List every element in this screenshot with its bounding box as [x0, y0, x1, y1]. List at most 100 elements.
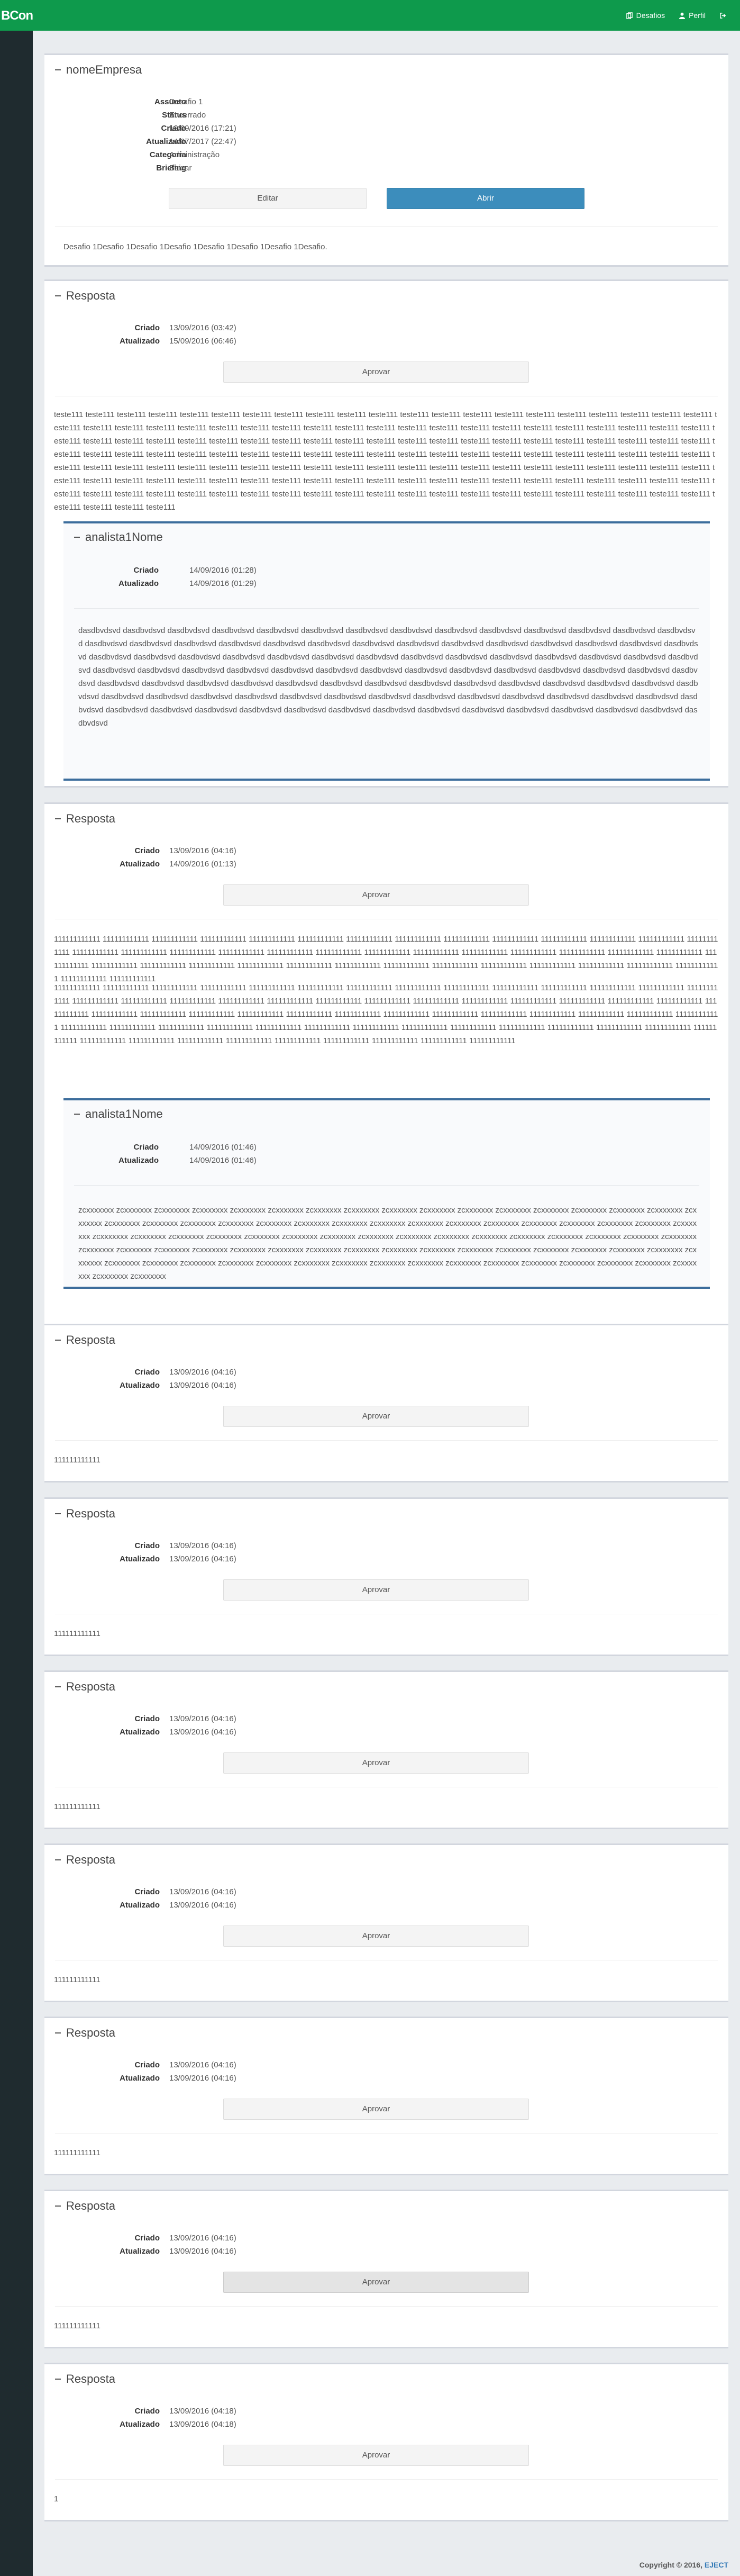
- resposta-card: Resposta Criado Atualizado 13/09/2016 (0…: [44, 1670, 728, 1829]
- resposta-header[interactable]: Resposta: [44, 281, 728, 302]
- resposta-header[interactable]: Resposta: [44, 1325, 728, 1346]
- resposta-text-2: 111111111111 111111111111 111111111111 1…: [54, 983, 718, 1045]
- label-criado: Criado: [134, 1541, 160, 1550]
- resposta-header[interactable]: Resposta: [44, 1845, 728, 1866]
- value-criado: 13/09/2016 (04:16): [169, 846, 236, 855]
- desafio-title: nomeEmpresa: [66, 63, 142, 76]
- minus-icon[interactable]: [74, 1114, 80, 1115]
- label-criado: Criado: [133, 1143, 159, 1152]
- resposta-details: Criado Atualizado: [44, 2060, 160, 2087]
- label-atualizado: Atualizado: [120, 1381, 160, 1390]
- analista-title: analista1Nome: [85, 1107, 163, 1120]
- value-atualizado: 13/09/2016 (04:16): [169, 1901, 236, 1910]
- nav-perfil-label: Perfil: [689, 11, 706, 20]
- divider: [55, 2479, 718, 2480]
- brand-logo[interactable]: BCon: [1, 8, 33, 23]
- resposta-text: teste111 teste111 teste111 teste111 test…: [54, 410, 717, 512]
- minus-icon[interactable]: [55, 69, 61, 70]
- logout-button[interactable]: [719, 12, 726, 19]
- resposta-text: 1: [54, 2494, 59, 2503]
- nav-desafios[interactable]: Desafios: [626, 11, 665, 20]
- resposta-header[interactable]: Resposta: [44, 1672, 728, 1693]
- resposta-title: Resposta: [66, 289, 115, 302]
- minus-icon[interactable]: [55, 2206, 61, 2207]
- resposta-text: 111111111111: [54, 1975, 101, 1984]
- approve-button[interactable]: Aprovar: [223, 884, 529, 906]
- copyright-text: Copyright © 2016,: [639, 2561, 702, 2569]
- approve-button[interactable]: Aprovar: [223, 1926, 529, 1947]
- minus-icon[interactable]: [55, 295, 61, 296]
- resposta-title: Resposta: [66, 2199, 115, 2212]
- resposta-card: Resposta Criado Atualizado 13/09/2016 (0…: [44, 2363, 728, 2521]
- approve-button[interactable]: Aprovar: [223, 1579, 529, 1601]
- value-criado: 13/09/2016 (04:16): [169, 1714, 236, 1723]
- value-criado: 12/09/2016 (17:21): [169, 124, 236, 133]
- resposta-title: Resposta: [66, 2372, 115, 2385]
- analista-title: analista1Nome: [85, 530, 163, 544]
- desafio-header[interactable]: nomeEmpresa: [44, 55, 728, 76]
- label-atualizado: Atualizado: [118, 579, 159, 588]
- minus-icon[interactable]: [74, 537, 80, 538]
- divider: [74, 608, 699, 609]
- approve-button[interactable]: Aprovar: [223, 1406, 529, 1427]
- analista-box: analista1Nome Criado Atualizado 14/09/20…: [63, 1098, 710, 1289]
- sidebar: [0, 31, 33, 2576]
- resposta-card: Resposta Criado Atualizado 13/09/2016 (0…: [44, 2190, 728, 2348]
- approve-button[interactable]: Aprovar: [223, 2272, 529, 2293]
- resposta-header[interactable]: Resposta: [44, 2018, 728, 2039]
- analista-text: dasdbvdsvd dasdbvdsvd dasdbvdsvd dasdbvd…: [78, 626, 698, 728]
- minus-icon[interactable]: [55, 1859, 61, 1860]
- value-atualizado: 14/09/2016 (01:46): [189, 1156, 257, 1165]
- label-criado: Criado: [134, 2234, 160, 2243]
- minus-icon[interactable]: [55, 2379, 61, 2380]
- label-criado: Criado: [134, 1887, 160, 1896]
- minus-icon[interactable]: [55, 818, 61, 819]
- approve-button[interactable]: Aprovar: [223, 1752, 529, 1774]
- analista-details: Criado Atualizado: [63, 566, 159, 592]
- resposta-header[interactable]: Resposta: [44, 1499, 728, 1520]
- nav-perfil[interactable]: Perfil: [679, 11, 706, 20]
- divider: [55, 2306, 718, 2307]
- label-atualizado: Atualizado: [120, 337, 160, 346]
- minus-icon[interactable]: [55, 2032, 61, 2033]
- resposta-card: Resposta Criado Atualizado 13/09/2016 (0…: [44, 802, 728, 1332]
- briefing-download-link[interactable]: Baixar: [169, 164, 192, 173]
- analista-header[interactable]: analista1Nome: [63, 1100, 710, 1122]
- value-atualizado: 14/09/2016 (01:29): [189, 579, 257, 588]
- top-navbar: BCon Desafios Perfil: [0, 0, 740, 31]
- resposta-details: Criado Atualizado: [44, 2234, 160, 2260]
- navbar-right: Desafios Perfil: [626, 0, 740, 31]
- resposta-details: Criado Atualizado: [44, 1541, 160, 1568]
- resposta-header[interactable]: Resposta: [44, 804, 728, 825]
- edit-button[interactable]: Editar: [169, 188, 367, 209]
- copy-icon: [626, 12, 633, 19]
- sign-out-icon: [720, 12, 726, 19]
- label-atualizado: Atualizado: [120, 860, 160, 869]
- desafio-values: Desafio 1 Encerrado 12/09/2016 (17:21) 1…: [169, 97, 328, 177]
- value-assunto: Desafio 1: [169, 97, 203, 106]
- minus-icon[interactable]: [55, 1686, 61, 1687]
- resposta-values: 13/09/2016 (04:16) 13/09/2016 (04:16): [169, 2234, 328, 2260]
- resposta-card: Resposta Criado Atualizado 13/09/2016 (0…: [44, 1843, 728, 2002]
- approve-button[interactable]: Aprovar: [223, 2099, 529, 2120]
- resposta-values: 13/09/2016 (04:16) 14/09/2016 (01:13): [169, 846, 328, 873]
- minus-icon[interactable]: [55, 1340, 61, 1341]
- analista-header[interactable]: analista1Nome: [63, 523, 710, 545]
- analista-values: 14/09/2016 (01:46) 14/09/2016 (01:46): [189, 1143, 348, 1169]
- label-atualizado: Atualizado: [120, 2247, 160, 2256]
- footer: Copyright © 2016, EJECT: [33, 2554, 740, 2576]
- minus-icon[interactable]: [55, 1513, 61, 1514]
- approve-button[interactable]: Aprovar: [223, 2445, 529, 2466]
- resposta-details: Criado Atualizado: [44, 1368, 160, 1394]
- company-link[interactable]: EJECT: [705, 2561, 728, 2569]
- resposta-header[interactable]: Resposta: [44, 2191, 728, 2212]
- resposta-card: Resposta Criado Atualizado 13/09/2016 (0…: [44, 1497, 728, 1656]
- desafio-description: Desafio 1Desafio 1Desafio 1Desafio 1Desa…: [63, 242, 327, 251]
- resposta-title: Resposta: [66, 812, 115, 825]
- value-atualizado: 13/09/2016 (04:16): [169, 1381, 236, 1390]
- resposta-header[interactable]: Resposta: [44, 2364, 728, 2385]
- resposta-text: 111111111111: [54, 2321, 101, 2330]
- value-criado: 13/09/2016 (04:18): [169, 2407, 236, 2416]
- open-button[interactable]: Abrir: [387, 188, 584, 209]
- approve-button[interactable]: Aprovar: [223, 361, 529, 383]
